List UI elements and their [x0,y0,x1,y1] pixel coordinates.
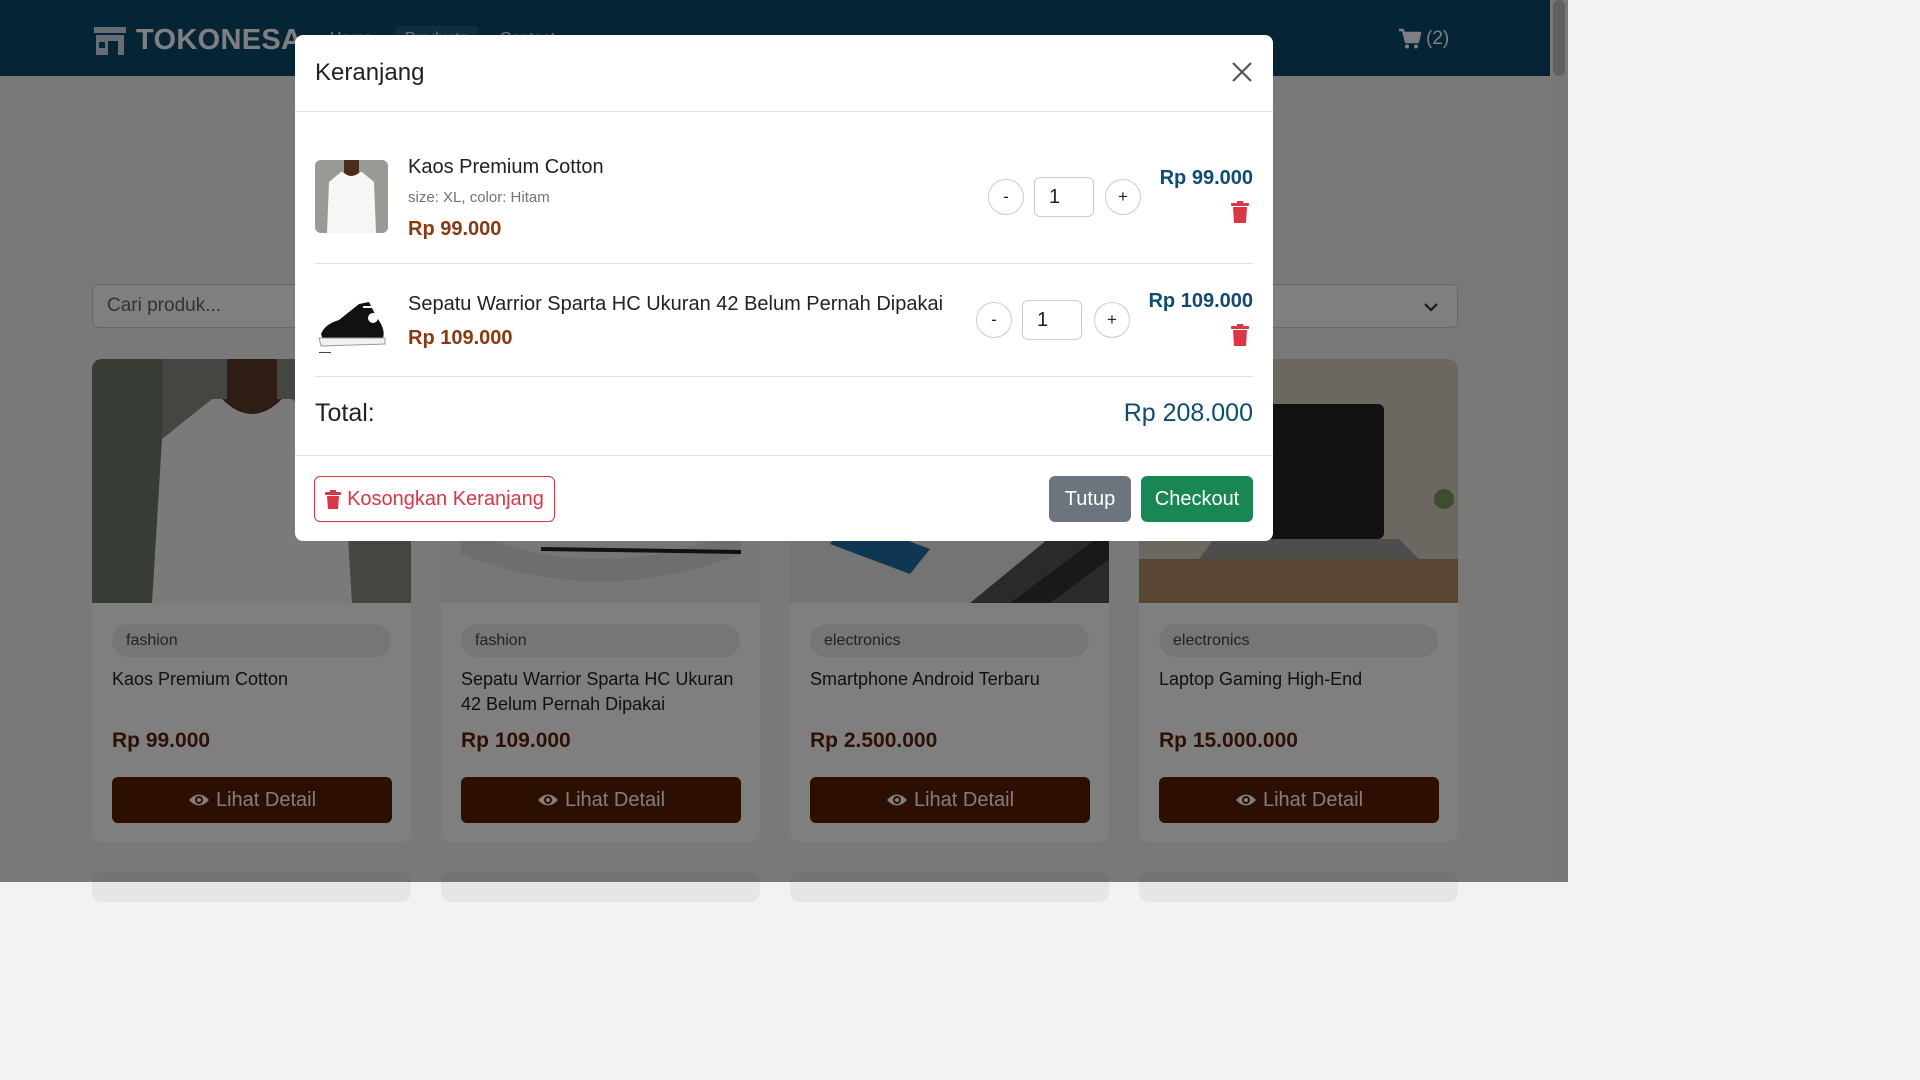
total-value: Rp 208.000 [1123,399,1253,427]
quantity-decrease-button[interactable]: - [976,302,1012,338]
cart-item: Sepatu Warrior Sparta HC Ukuran 42 Belum… [315,264,1253,376]
item-image [315,160,388,233]
modal-header: Keranjang [295,35,1273,112]
modal-footer: Kosongkan Keranjang Tutup Checkout [295,455,1273,541]
trash-icon [325,489,342,509]
checkout-button[interactable]: Checkout [1141,476,1253,522]
item-name: Sepatu Warrior Sparta HC Ukuran 42 Belum… [408,293,944,315]
cart-item: Kaos Premium Cotton size: XL, color: Hit… [315,145,1253,265]
trash-icon[interactable] [1230,201,1250,223]
item-image [315,284,388,357]
item-divider [315,376,1253,377]
empty-cart-button[interactable]: Kosongkan Keranjang [314,476,555,522]
quantity-increase-button[interactable]: + [1094,302,1130,338]
cart-modal: Keranjang Kaos Premium Cotton size: XL, … [295,35,1273,541]
total-label: Total: [315,399,375,427]
quantity-input[interactable] [1022,300,1082,340]
item-variant: size: XL, color: Hitam [408,189,550,206]
item-subtotal: Rp 109.000 [1148,290,1253,312]
trash-icon[interactable] [1230,324,1250,346]
item-name: Kaos Premium Cotton [408,156,604,178]
quantity-input[interactable] [1034,177,1094,217]
item-price: Rp 109.000 [408,327,513,349]
empty-cart-label: Kosongkan Keranjang [347,487,544,510]
quantity-decrease-button[interactable]: - [988,179,1024,215]
item-subtotal: Rp 99.000 [1159,167,1253,189]
close-button[interactable]: Tutup [1049,476,1131,522]
item-price: Rp 99.000 [408,218,502,240]
close-icon[interactable] [1231,61,1253,83]
quantity-increase-button[interactable]: + [1105,179,1141,215]
modal-title: Keranjang [315,59,425,86]
